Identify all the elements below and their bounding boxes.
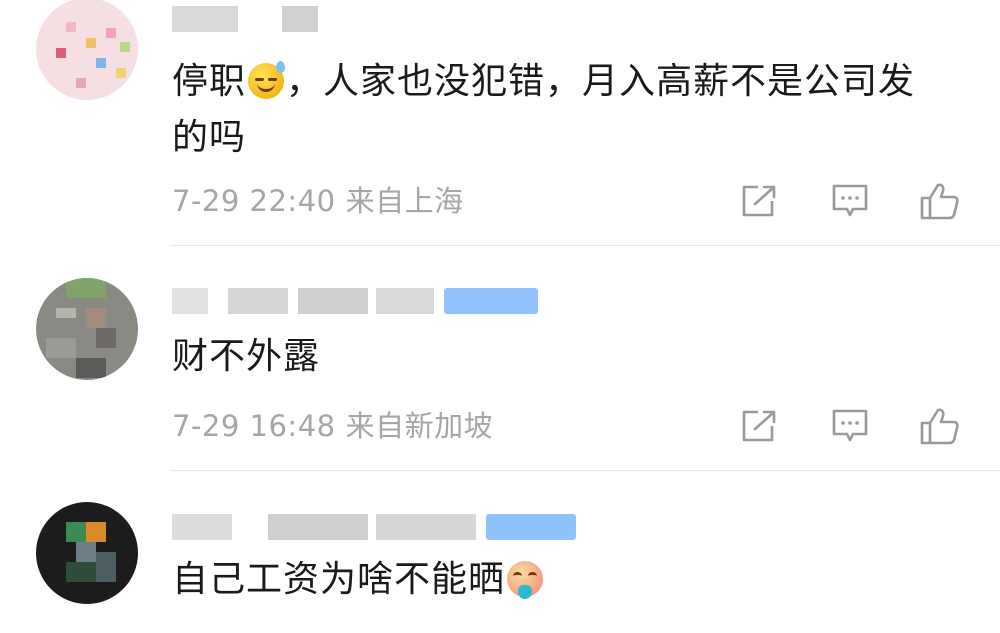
like-button[interactable] (918, 181, 962, 221)
avatar-pixel (66, 562, 96, 582)
avatar-pixel (96, 328, 116, 348)
avatar-pixel (96, 552, 116, 582)
comment-text-part: ，人家也没犯错，月入高薪不是公司发的吗 (172, 61, 916, 158)
avatar-pixel (106, 28, 116, 38)
avatar-pixel (86, 308, 106, 328)
avatar-pixel (66, 522, 86, 542)
comment-meta: 7-29 16:48 来自新加坡 (172, 406, 493, 446)
reply-button[interactable] (828, 181, 872, 221)
username-blur (268, 514, 368, 540)
vip-badge (486, 514, 576, 540)
username-blur (282, 6, 318, 32)
vomit-emoji-icon (507, 561, 544, 599)
username-blur (376, 514, 476, 540)
comment-text-part: 停职 (172, 61, 247, 102)
share-icon (742, 185, 776, 217)
username[interactable] (172, 510, 576, 544)
avatar[interactable] (36, 0, 138, 100)
like-button[interactable] (918, 406, 962, 446)
username-blur (172, 288, 208, 314)
comment-location: 来自上海 (345, 184, 464, 218)
vip-badge (444, 288, 538, 314)
avatar-pixel (76, 78, 86, 88)
username-blur (298, 288, 368, 314)
divider (170, 470, 1000, 471)
avatar-pixel (86, 38, 96, 48)
reply-button[interactable] (828, 406, 872, 446)
username-blur (172, 514, 232, 540)
comment-text-part: 自己工资为啥不能晒 (172, 559, 506, 600)
blurred-username (172, 514, 476, 540)
avatar[interactable] (36, 278, 138, 380)
comment-icon (832, 409, 868, 442)
comment-actions (692, 406, 962, 446)
comment-time: 7-29 16:48 (172, 409, 336, 443)
username-blur (376, 288, 434, 314)
comment-meta: 7-29 22:40 来自上海 (172, 181, 464, 221)
username[interactable] (172, 284, 538, 318)
sweat-smile-emoji-icon (248, 61, 286, 99)
avatar-pixel (96, 58, 106, 68)
comment-location: 来自新加坡 (345, 409, 494, 443)
avatar-pixel (66, 278, 106, 298)
avatar-pixel (120, 42, 130, 52)
avatar-pixel (56, 308, 76, 318)
blurred-username (172, 6, 322, 32)
username[interactable] (172, 2, 322, 36)
avatar-pixel (76, 358, 106, 378)
like-icon (920, 408, 959, 445)
comment-time: 7-29 22:40 (172, 184, 336, 218)
avatar-pixel (116, 68, 126, 78)
username-blur (172, 6, 238, 32)
avatar-pixel (46, 338, 76, 358)
comment-text-part: 财不外露 (172, 336, 321, 377)
avatar[interactable] (36, 502, 138, 604)
blurred-username (172, 288, 434, 314)
username-blur (228, 288, 288, 314)
like-icon (920, 183, 959, 220)
comment-text: 财不外露 (172, 329, 950, 385)
comment-actions (692, 181, 962, 221)
share-button[interactable] (738, 406, 782, 446)
comment-text: 停职 ，人家也没犯错，月入高薪不是公司发的吗 (172, 54, 950, 166)
avatar-pixel (76, 542, 96, 562)
share-icon (742, 410, 776, 442)
divider (170, 245, 1000, 246)
share-button[interactable] (738, 181, 782, 221)
avatar-pixel (56, 48, 66, 58)
comment-icon (832, 184, 868, 217)
comment-text: 自己工资为啥不能晒 (172, 552, 950, 608)
avatar-pixel (66, 22, 76, 32)
avatar-pixel (86, 522, 106, 542)
